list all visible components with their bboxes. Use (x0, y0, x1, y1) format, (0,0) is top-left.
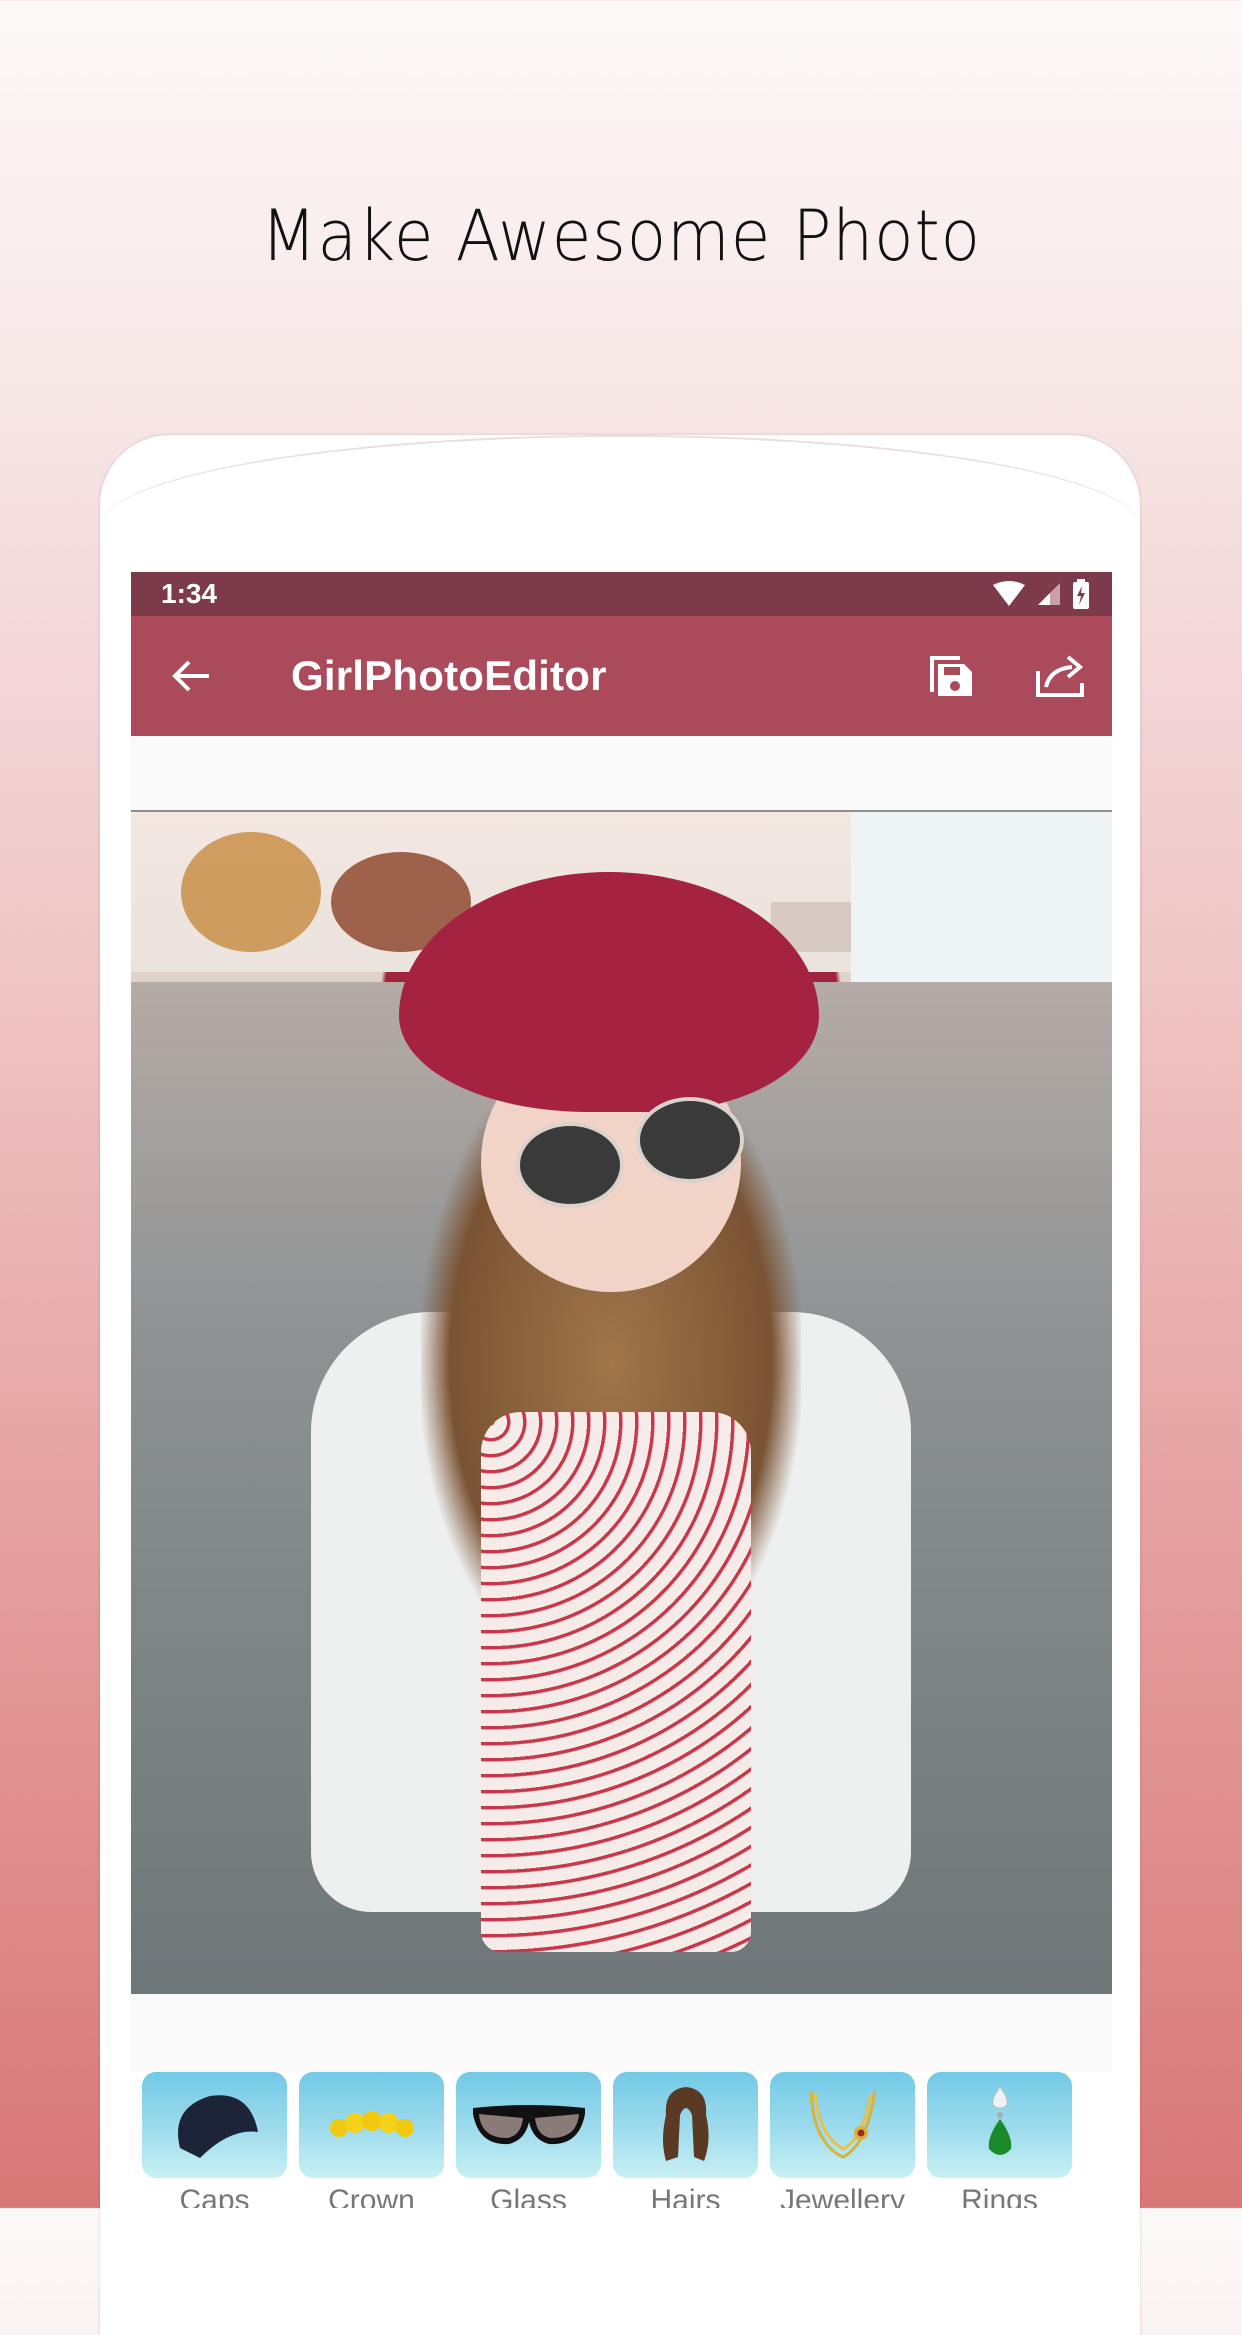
flower-crown-icon (329, 2111, 414, 2137)
share-button[interactable] (1034, 653, 1086, 699)
sticker-category-hairs[interactable]: Hairs (613, 2072, 758, 2208)
sunglasses-sticker-overlay-right[interactable] (636, 1097, 744, 1183)
sticker-label: Crown (328, 2184, 415, 2208)
sticker-label: Glass (490, 2184, 567, 2208)
sticker-tile[interactable] (613, 2072, 758, 2178)
sticker-category-rings[interactable]: Rings (927, 2072, 1072, 2208)
wifi-icon (993, 581, 1025, 606)
sunglasses-sticker-overlay-left[interactable] (516, 1122, 624, 1208)
sunglasses-icon (472, 2105, 585, 2145)
wig-icon (662, 2087, 709, 2161)
sticker-category-bar: Caps Crown Glass Hairs Jewellery Rings (131, 2072, 1112, 2208)
save-button[interactable] (928, 654, 974, 698)
gem-drop-icon (988, 2086, 1011, 2155)
app-bar: GirlPhotoEditor (131, 616, 1112, 736)
necklace-icon (809, 2090, 876, 2159)
sticker-label: Jewellery (779, 2184, 906, 2208)
app-screen: 1:34 GirlPhotoEditor Caps Crown Glass Ha… (131, 572, 1112, 2208)
arrow-left-icon (172, 660, 209, 692)
canvas-padding-top (131, 736, 1112, 810)
battery-charging-icon (1073, 579, 1089, 609)
sticker-tile[interactable] (770, 2072, 915, 2178)
signal-icon (1038, 583, 1060, 605)
sticker-label: Caps (179, 2184, 250, 2208)
sticker-label: Hairs (650, 2184, 721, 2208)
sticker-category-caps[interactable]: Caps (142, 2072, 287, 2208)
status-icons (992, 579, 1090, 609)
back-button[interactable] (171, 658, 211, 694)
canvas-padding-bottom (131, 1994, 1112, 2072)
photo-tree (181, 832, 321, 952)
photo-canvas[interactable] (131, 810, 1112, 1994)
photo-dress (481, 1412, 751, 1952)
sticker-category-glass[interactable]: Glass (456, 2072, 601, 2208)
status-bar: 1:34 (131, 572, 1112, 616)
sticker-label: Rings (961, 2184, 1038, 2208)
status-time: 1:34 (161, 578, 218, 609)
sticker-tile[interactable] (299, 2072, 444, 2178)
app-title: GirlPhotoEditor (291, 652, 607, 699)
share-icon (1036, 655, 1084, 697)
sticker-tile[interactable] (142, 2072, 287, 2178)
sticker-tile[interactable] (456, 2072, 601, 2178)
cap-icon (177, 2095, 258, 2158)
sticker-category-jewellery[interactable]: Jewellery (770, 2072, 915, 2208)
promo-headline: Make Awesome Photo (261, 195, 981, 277)
save-icon (930, 656, 972, 696)
sticker-category-crown[interactable]: Crown (299, 2072, 444, 2208)
sticker-tile[interactable] (927, 2072, 1072, 2178)
